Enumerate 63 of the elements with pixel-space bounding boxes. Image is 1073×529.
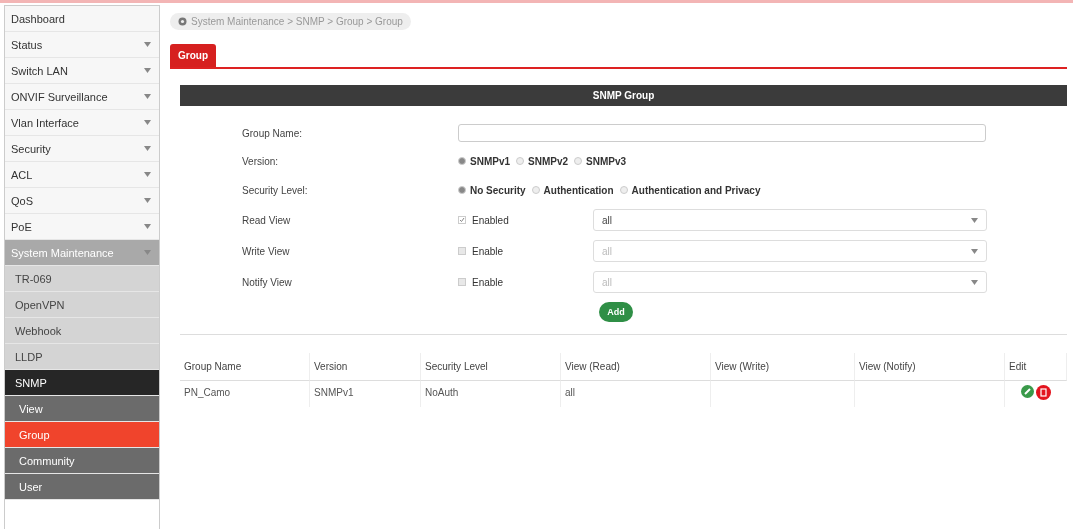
table-cell: all	[561, 381, 711, 407]
radio-option[interactable]: Authentication	[531, 184, 614, 196]
sidebar-item[interactable]: QoS	[5, 188, 159, 214]
column-header[interactable]: Version	[310, 353, 421, 381]
field-label: Notify View	[242, 276, 293, 288]
select-field[interactable]: all	[593, 209, 987, 231]
column-header[interactable]: View (Read)	[561, 353, 711, 381]
table-cell: PN_Camo	[180, 381, 310, 407]
sidebar-item[interactable]: Dashboard	[5, 6, 159, 32]
sidebar-item[interactable]: User	[5, 474, 159, 500]
sidebar-item[interactable]: LLDP	[5, 344, 159, 370]
breadcrumb-text: System Maintenance > SNMP > Group > Group	[191, 16, 403, 27]
radio-option[interactable]: No Security	[458, 184, 526, 196]
checkbox[interactable]: Enabled	[458, 210, 593, 230]
caret-icon	[971, 248, 978, 254]
field-label: Security Level:	[242, 184, 309, 196]
radio-option[interactable]: SNMPv3	[574, 155, 627, 167]
sidebar-item[interactable]: Group	[5, 422, 159, 448]
caret-icon	[144, 198, 151, 203]
sidebar-item[interactable]: TR-069	[5, 266, 159, 292]
edit-icon[interactable]	[1021, 385, 1034, 398]
caret-icon	[971, 217, 978, 223]
sidebar-item[interactable]: Vlan Interface	[5, 110, 159, 136]
column-header[interactable]: View (Write)	[711, 353, 855, 381]
column-header[interactable]: Edit	[1005, 353, 1067, 381]
sidebar-item[interactable]: OpenVPN	[5, 292, 159, 318]
caret-icon	[144, 68, 151, 73]
panel-title: SNMP Group	[180, 85, 1067, 106]
caret-icon	[971, 279, 978, 285]
field-label: Version:	[242, 155, 280, 167]
table-cell: NoAuth	[421, 381, 561, 407]
caret-icon	[144, 224, 151, 229]
table-cell: SNMPv1	[310, 381, 421, 407]
sidebar-item[interactable]: Switch LAN	[5, 58, 159, 84]
add-button[interactable]: Add	[599, 302, 633, 322]
sidebar-item[interactable]: Community	[5, 448, 159, 474]
delete-icon[interactable]	[1036, 385, 1051, 400]
column-header[interactable]: Group Name	[180, 353, 310, 381]
caret-icon	[144, 42, 151, 47]
radio-option[interactable]: SNMPv2	[516, 155, 569, 167]
sidebar-item[interactable]: Security	[5, 136, 159, 162]
tab[interactable]: Group	[170, 44, 216, 67]
sidebar-item[interactable]: View	[5, 396, 159, 422]
caret-icon	[144, 250, 151, 255]
sidebar-item[interactable]: Status	[5, 32, 159, 58]
sidebar-item[interactable]: ACL	[5, 162, 159, 188]
input-field[interactable]	[458, 124, 986, 142]
caret-icon	[144, 172, 151, 177]
gear-icon	[178, 17, 187, 26]
sidebar-item[interactable]: PoE	[5, 214, 159, 240]
sidebar-item[interactable]: Webhook	[5, 318, 159, 344]
field-label: Read View	[242, 214, 292, 226]
column-header[interactable]: Security Level	[421, 353, 561, 381]
column-header[interactable]: View (Notify)	[855, 353, 1005, 381]
radio-option[interactable]: SNMPv1	[458, 155, 510, 167]
radio-option[interactable]: Authentication and Privacy	[619, 184, 761, 196]
caret-icon	[144, 120, 151, 125]
caret-icon	[144, 146, 151, 151]
caret-icon	[144, 94, 151, 99]
field-label: Write View	[242, 245, 291, 257]
sidebar-item[interactable]: SNMP	[5, 370, 159, 396]
sidebar-item[interactable]: ONVIF Surveillance	[5, 84, 159, 110]
field-label: Group Name:	[242, 127, 304, 139]
